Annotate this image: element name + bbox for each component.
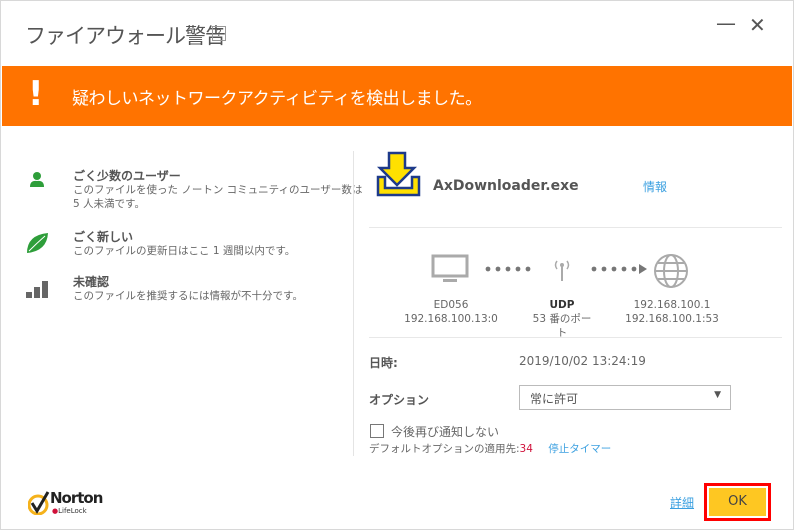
stop-timer-link[interactable]: 停止タイマー [548, 443, 611, 455]
protocol-port: 53 番のポート [532, 313, 592, 339]
destination-node: 192.168.100.1 192.168.100.1:53 [621, 298, 723, 326]
signal-bars-icon [26, 281, 48, 298]
globe-icon [654, 254, 688, 288]
reputation-desc: このファイルを推奨するには情報が不十分です。 [73, 290, 303, 302]
source-node: ED056 192.168.100.13:0 [401, 298, 501, 326]
norton-brand: Norton [50, 489, 103, 507]
dont-notify-label[interactable]: 今後再び通知しない [391, 423, 499, 440]
divider [369, 227, 782, 228]
reputation-title: ごく新しい [73, 230, 134, 244]
source-name: ED056 [433, 299, 469, 311]
datetime-label: 日時: [369, 356, 398, 370]
reputation-title: ごく少数のユーザー [73, 169, 181, 183]
info-link[interactable]: 情報 [643, 178, 667, 195]
destination-address: 192.168.100.1:53 [625, 313, 719, 325]
alert-message: 疑わしいネットワークアクティビティを検出しました。 [72, 89, 482, 109]
dots-connector [485, 266, 531, 272]
close-button[interactable]: ✕ [749, 13, 766, 37]
norton-check-icon [28, 491, 50, 515]
alert-banner: ! 疑わしいネットワークアクティビティを検出しました。 [2, 66, 792, 126]
chevron-down-icon: ▼ [714, 390, 721, 400]
window-title: ファイアウォール警告 [25, 24, 226, 48]
firewall-alert-window: ファイアウォール警告 ? — ✕ ! 疑わしいネットワークアクティビティを検出し… [0, 0, 794, 530]
warning-icon: ! [28, 74, 44, 114]
option-selected-value: 常に許可 [530, 392, 579, 406]
computer-icon [431, 254, 469, 282]
help-button[interactable]: ? [212, 26, 226, 41]
download-icon [376, 151, 421, 197]
source-address: 192.168.100.13:0 [404, 313, 498, 325]
destination-name: 192.168.100.1 [633, 299, 711, 311]
default-option-count: 34 [519, 443, 533, 455]
option-label: オプション [369, 393, 430, 407]
default-option-label: デフォルトオプションの適用先: [369, 443, 520, 455]
default-option-text: デフォルトオプションの適用先:34 停止タイマー [369, 441, 611, 456]
antenna-icon [554, 260, 570, 281]
lifelock-brand: ●LifeLock [52, 507, 87, 515]
datetime-value: 2019/10/02 13:24:19 [519, 354, 646, 368]
minimize-button[interactable]: — [716, 11, 736, 35]
divider [353, 151, 354, 456]
divider [369, 337, 782, 338]
option-select[interactable]: 常に許可 ▼ [519, 385, 731, 410]
leaf-icon [27, 233, 48, 253]
reputation-desc: このファイルの更新日はここ 1 週間以内です。 [73, 245, 296, 257]
protocol-node: UDP 53 番のポート [531, 298, 593, 340]
details-link[interactable]: 詳細 [670, 494, 694, 511]
file-name: AxDownloader.exe [433, 178, 579, 194]
arrow-connector [591, 264, 647, 274]
dont-notify-checkbox[interactable] [370, 424, 384, 438]
protocol-name: UDP [549, 299, 575, 311]
ok-label: OK [709, 488, 766, 516]
user-icon [30, 172, 44, 187]
reputation-desc: このファイルを使った ノートン コミュニティのユーザー数は 5 人未満です。 [73, 184, 363, 210]
ok-button[interactable]: OK [704, 483, 771, 521]
reputation-title: 未確認 [73, 275, 110, 289]
